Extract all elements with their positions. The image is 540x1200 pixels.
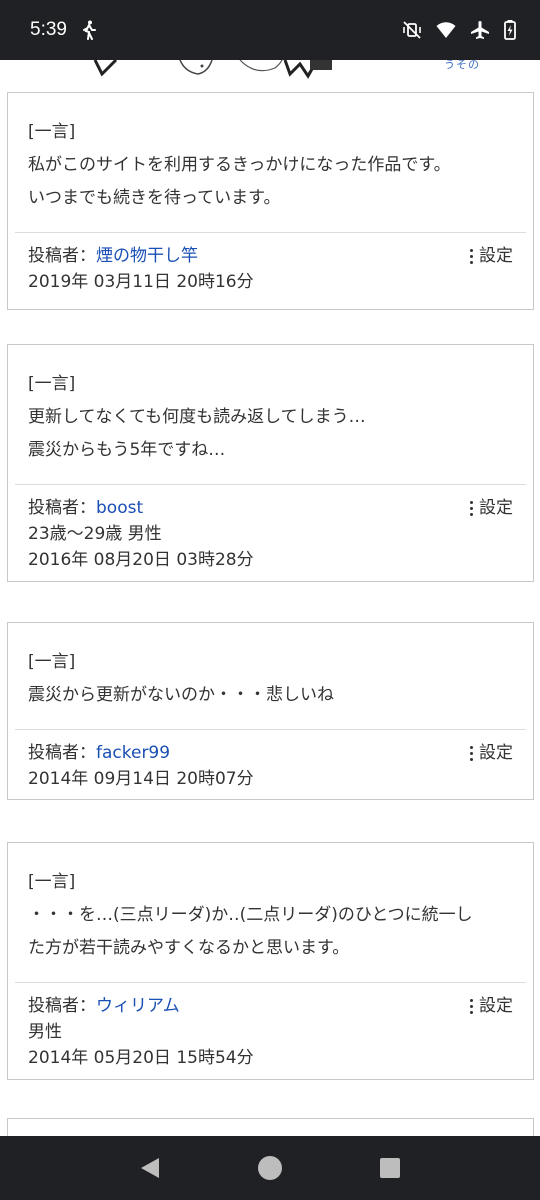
home-button[interactable]	[250, 1148, 290, 1188]
comment-card: [一言] 震災から更新がないのか・・・悲しいね 投稿者：facker99 201…	[7, 622, 534, 800]
settings-label: 設定	[479, 246, 513, 266]
comment-text-line: 震災からもう5年ですね…	[28, 440, 226, 460]
author-link[interactable]: boost	[96, 498, 143, 518]
more-vert-icon	[470, 745, 473, 761]
comment-date: 2014年 05月20日 15時54分	[28, 1048, 254, 1068]
back-button[interactable]	[130, 1148, 170, 1188]
settings-label: 設定	[479, 996, 513, 1016]
more-vert-icon	[470, 500, 473, 516]
author-info: 男性	[28, 1022, 62, 1042]
recents-icon	[380, 1158, 400, 1178]
comment-card: [一言] 私がこのサイトを利用するきっかけになった作品です。 いつまでも続きを待…	[7, 92, 534, 310]
comment-text-line: 私がこのサイトを利用するきっかけになった作品です。	[28, 155, 451, 175]
wifi-icon	[436, 21, 456, 39]
author-link[interactable]: ウィリアム	[96, 996, 180, 1016]
banner-artwork	[93, 60, 332, 79]
banner-image: うその	[0, 60, 540, 80]
author-line: 投稿者：ウィリアム	[28, 993, 513, 1019]
walking-icon	[81, 20, 97, 40]
author-info: 23歳～29歳 男性	[28, 524, 162, 544]
author-line: 投稿者：boost	[28, 495, 513, 521]
comment-type-label: [一言]	[28, 374, 76, 394]
home-icon	[258, 1156, 282, 1180]
settings-button[interactable]: 設定	[470, 993, 513, 1019]
author-line: 投稿者：煙の物干し竿	[28, 243, 513, 269]
author-line: 投稿者：facker99	[28, 740, 513, 766]
author-link[interactable]: facker99	[96, 743, 170, 763]
settings-button[interactable]: 設定	[470, 495, 513, 521]
back-icon	[141, 1158, 159, 1178]
comment-text-line: ・・・を…(三点リーダ)か‥(二点リーダ)のひとつに統一し	[28, 905, 473, 925]
settings-button[interactable]: 設定	[470, 740, 513, 766]
comment-date: 2019年 03月11日 20時16分	[28, 272, 254, 292]
vibrate-off-icon	[402, 20, 422, 40]
banner-partial-text: うその	[444, 60, 480, 71]
author-prefix: 投稿者：	[28, 498, 96, 518]
more-vert-icon	[470, 248, 473, 264]
comment-type-label: [一言]	[28, 122, 76, 142]
recents-button[interactable]	[370, 1148, 410, 1188]
comment-card	[7, 1118, 534, 1136]
comment-text-line: 更新してなくても何度も読み返してしまう…	[28, 407, 366, 427]
comment-date: 2016年 08月20日 03時28分	[28, 550, 254, 570]
settings-label: 設定	[479, 498, 513, 518]
author-prefix: 投稿者：	[28, 996, 96, 1016]
status-bar: 5:39	[0, 0, 540, 60]
settings-button[interactable]: 設定	[470, 243, 513, 269]
comment-card: [一言] ・・・を…(三点リーダ)か‥(二点リーダ)のひとつに統一し た方が若干…	[7, 842, 534, 1080]
comment-feed[interactable]: [一言] 私がこのサイトを利用するきっかけになった作品です。 いつまでも続きを待…	[0, 80, 540, 1136]
author-prefix: 投稿者：	[28, 743, 96, 763]
settings-label: 設定	[479, 743, 513, 763]
battery-charging-icon	[504, 20, 516, 40]
status-time: 5:39	[30, 19, 67, 40]
author-link[interactable]: 煙の物干し竿	[96, 246, 198, 266]
comment-text-line: いつまでも続きを待っています。	[28, 188, 281, 208]
comment-type-label: [一言]	[28, 872, 76, 892]
comment-text-line: 震災から更新がないのか・・・悲しいね	[28, 685, 334, 705]
comment-type-label: [一言]	[28, 652, 76, 672]
comment-card: [一言] 更新してなくても何度も読み返してしまう… 震災からもう5年ですね… 投…	[7, 344, 534, 582]
navigation-bar	[0, 1136, 540, 1200]
author-prefix: 投稿者：	[28, 246, 96, 266]
comment-text-line: た方が若干読みやすくなるかと思います。	[28, 938, 350, 958]
comment-date: 2014年 09月14日 20時07分	[28, 769, 254, 789]
more-vert-icon	[470, 998, 473, 1014]
airplane-icon	[470, 20, 490, 40]
